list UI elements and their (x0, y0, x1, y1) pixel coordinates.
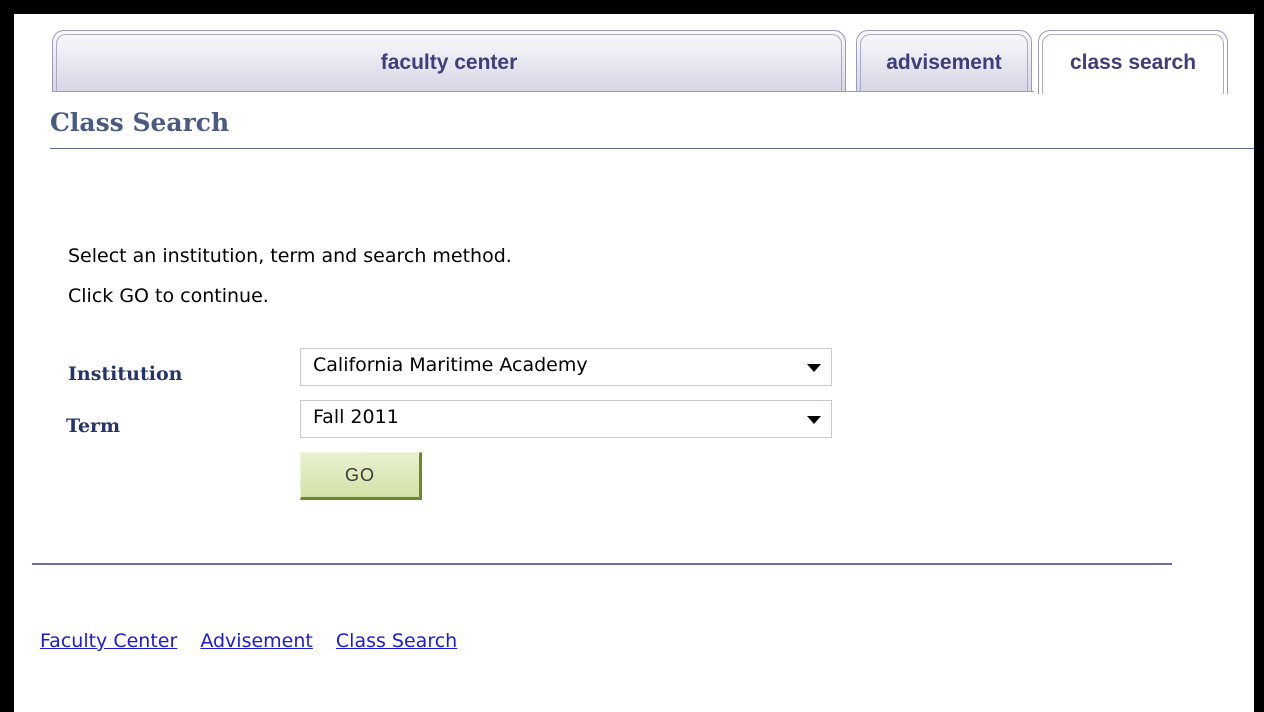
footer-link-class-search[interactable]: Class Search (336, 630, 457, 652)
go-button[interactable]: GO (300, 452, 422, 500)
tab-strip-line (52, 91, 1034, 92)
tab-label: advisement (886, 50, 1002, 74)
dropdown-arrow-icon (807, 364, 821, 372)
page: faculty center advisement class search C… (14, 14, 1254, 712)
footer-link-advisement[interactable]: Advisement (200, 630, 313, 652)
footer-link-faculty-center[interactable]: Faculty Center (40, 630, 177, 652)
institution-label: Institution (68, 363, 183, 385)
institution-select[interactable]: California Maritime Academy (300, 348, 832, 386)
instruction-line-1: Select an institution, term and search m… (68, 245, 512, 267)
dropdown-arrow-icon (807, 416, 821, 424)
page-title: Class Search (50, 108, 230, 137)
term-value: Fall 2011 (313, 406, 399, 428)
tab-advisement[interactable]: advisement (856, 30, 1032, 92)
tab-label: class search (1069, 50, 1197, 74)
tab-class-search[interactable]: class search (1038, 30, 1228, 94)
tab-faculty-center[interactable]: faculty center (52, 30, 846, 92)
footer-nav: Faculty Center Advisement Class Search (40, 630, 474, 652)
bottom-divider (32, 563, 1172, 565)
title-divider (50, 148, 1254, 149)
term-label: Term (66, 415, 121, 437)
tab-label: faculty center (380, 50, 518, 74)
institution-value: California Maritime Academy (313, 354, 588, 376)
term-select[interactable]: Fall 2011 (300, 400, 832, 438)
instruction-line-2: Click GO to continue. (68, 285, 269, 307)
